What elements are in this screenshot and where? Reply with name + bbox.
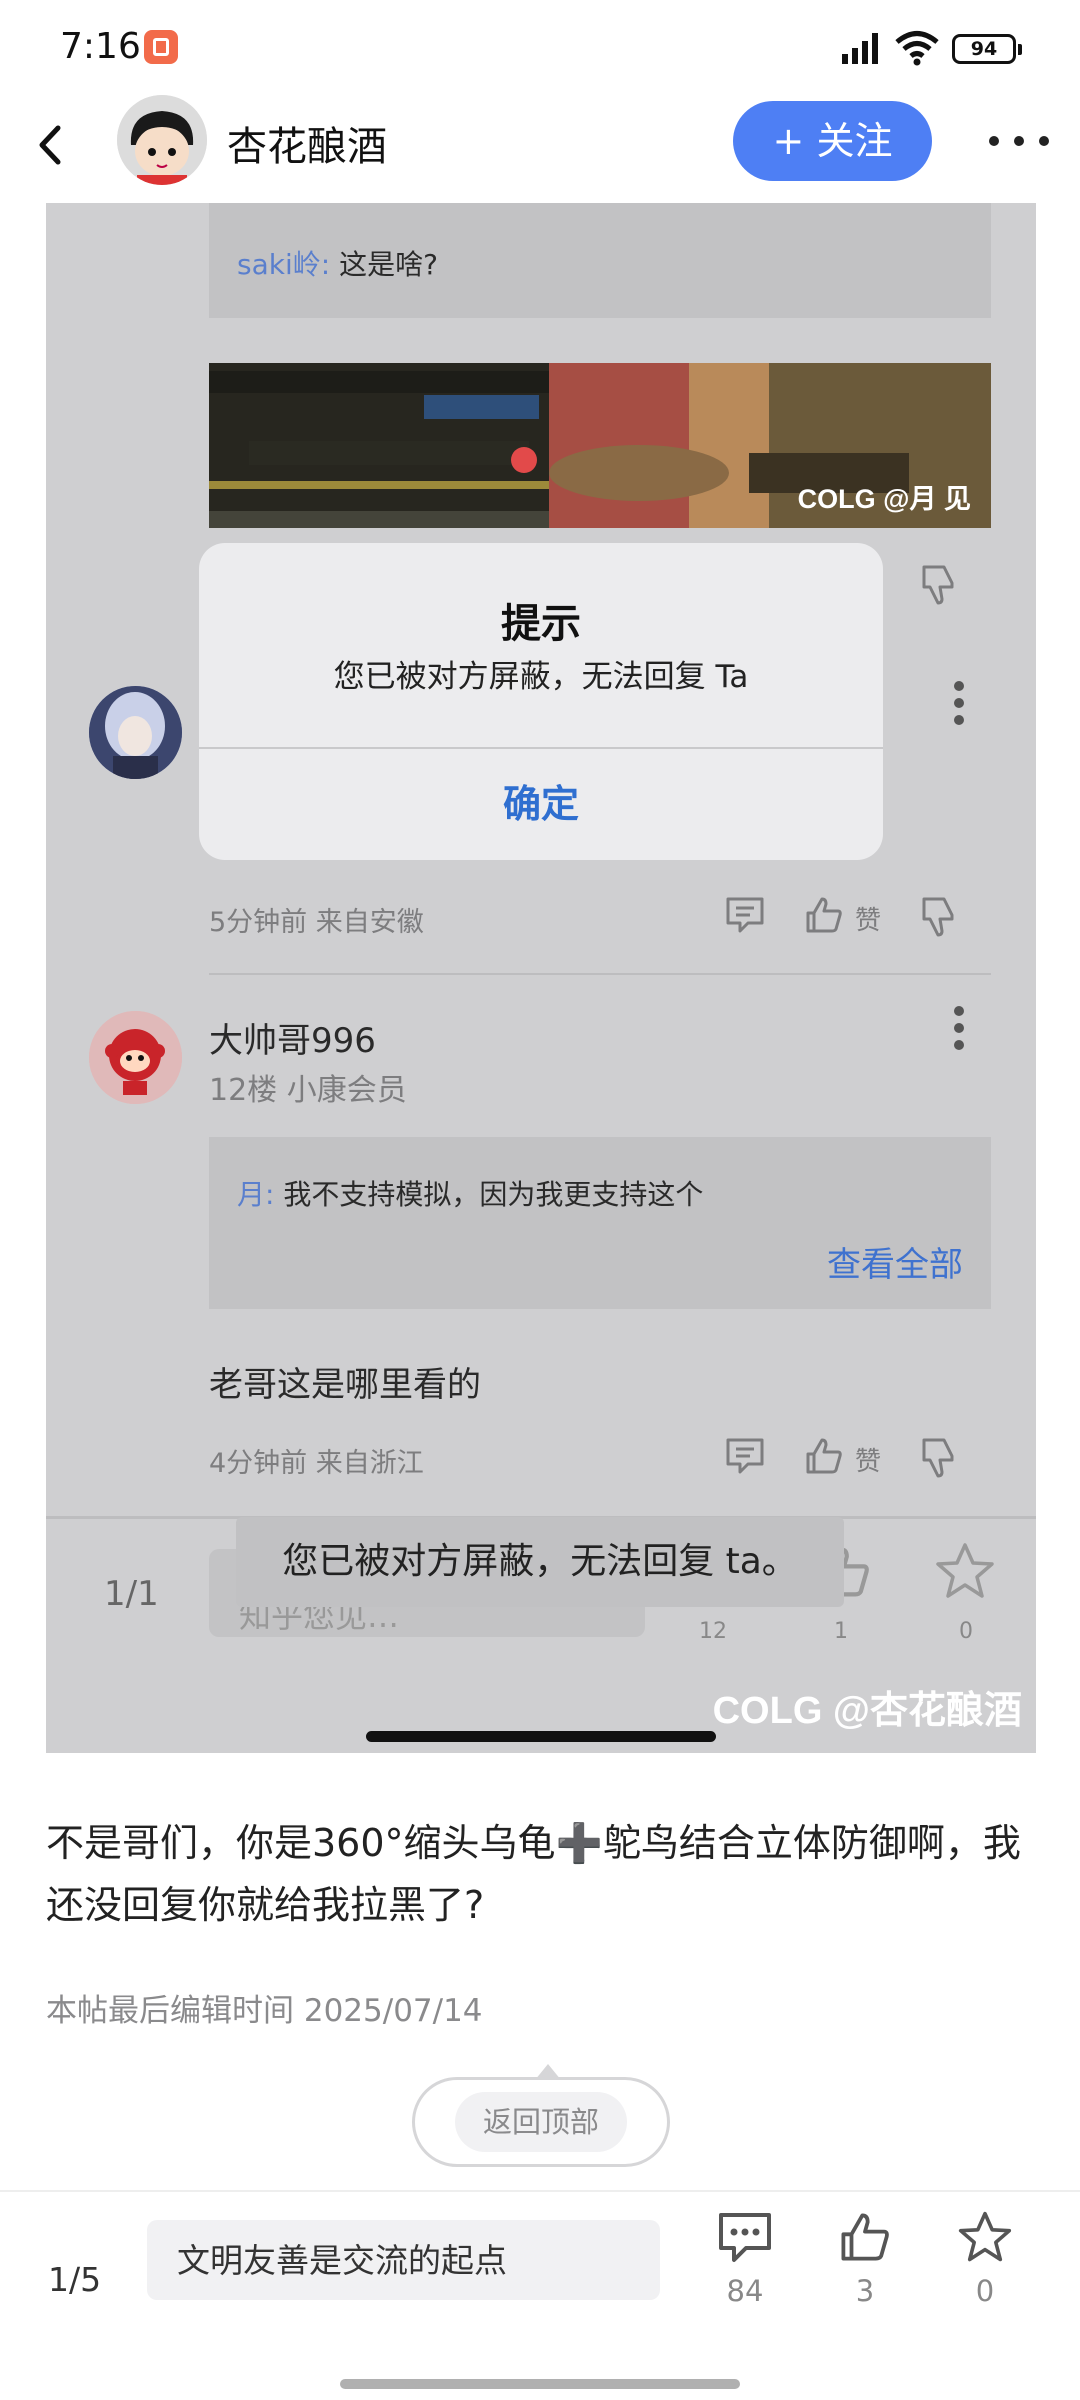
anime-girl-avatar-icon (89, 686, 182, 779)
dialog-confirm-button[interactable]: 确定 (199, 749, 883, 859)
post-image[interactable]: saki岭: 这是啥? COLG @月 见 5分钟前 来自安徽 赞 大帅哥996… (46, 203, 1036, 1753)
reply-input[interactable] (147, 2220, 660, 2300)
dislike-icon[interactable] (916, 1436, 962, 1478)
bottom-action-bar: 1/5 84 3 0 (0, 2190, 1080, 2400)
quote-box: 月: 我不支持模拟，因为我更支持这个 查看全部 (209, 1137, 991, 1309)
inner-like-count: 1 (834, 1619, 848, 1644)
blocked-toast: 您已被对方屏蔽，无法回复 ta。 (236, 1517, 844, 1607)
comment-icon (719, 2213, 771, 2262)
home-indicator (340, 2379, 740, 2389)
post-body-text: 不是哥们，你是360°缩头乌龟➕鸵鸟结合立体防御啊，我还没回复你就给我拉黑了? (46, 1821, 1021, 1927)
dialog-message: 您已被对方屏蔽，无法回复 Ta (333, 659, 749, 695)
red-mascot-avatar-icon (89, 1011, 182, 1104)
app-notification-icon (144, 30, 178, 64)
star-count: 0 (975, 2274, 995, 2308)
reply-icon[interactable] (724, 895, 766, 935)
page-indicator[interactable]: 1/5 (48, 2260, 101, 2299)
favorite-action[interactable]: 0 (940, 2210, 1030, 2308)
back-to-top-label: 返回顶部 (455, 2092, 627, 2152)
commenter-name[interactable]: 大帅哥996 (209, 1013, 376, 1062)
status-bar: 7:16 94 (0, 0, 1080, 90)
embedded-game-image: COLG @月 见 (209, 363, 991, 528)
star-icon (958, 2211, 1012, 2262)
commenter-avatar[interactable] (89, 1011, 182, 1104)
more-options-icon[interactable] (951, 678, 967, 728)
dialog-title: 提示 (501, 601, 581, 647)
view-all-link[interactable]: 查看全部 (827, 1237, 963, 1286)
follow-button[interactable]: + 关注 (733, 101, 932, 181)
like-icon[interactable] (804, 895, 844, 935)
like-icon (841, 2213, 889, 2261)
status-time: 7:16 (60, 26, 141, 67)
comment-meta: 4分钟前 来自浙江 (209, 1448, 424, 1479)
quote-box: saki岭: 这是啥? (209, 203, 991, 318)
comment-meta: 5分钟前 来自安徽 (209, 907, 424, 938)
floor-info: 12楼 小康会员 (209, 1073, 407, 1108)
back-arrow-icon[interactable] (28, 114, 74, 176)
back-to-top-arrow-icon (535, 2064, 561, 2080)
inner-page-indicator: 1/1 (104, 1574, 159, 1614)
like-label: 赞 (855, 906, 882, 936)
quote-author: 月: (237, 1178, 275, 1211)
like-label: 赞 (855, 1447, 882, 1477)
reply-icon[interactable] (724, 1436, 766, 1476)
inner-star-count: 0 (959, 1619, 973, 1644)
quote-text: saki岭: 这是啥? (237, 243, 438, 283)
back-to-top-button[interactable]: 返回顶部 (412, 2064, 670, 2167)
author-name[interactable]: 杏花酿酒 (227, 114, 387, 172)
more-options-icon[interactable] (984, 118, 1054, 164)
more-options-icon[interactable] (951, 1003, 967, 1053)
quote-text: 月: 我不支持模拟，因为我更支持这个 (237, 1173, 703, 1213)
comment-count: 84 (726, 2274, 764, 2308)
quote-content: 我不支持模拟，因为我更支持这个 (283, 1178, 704, 1211)
battery-icon: 94 (952, 34, 1022, 64)
comment-action[interactable]: 84 (700, 2210, 790, 2308)
like-icon[interactable] (804, 1436, 844, 1476)
quote-author: saki岭: (237, 248, 331, 281)
like-count: 3 (855, 2274, 875, 2308)
cartoon-face-icon (117, 95, 207, 185)
dislike-icon[interactable] (916, 563, 962, 605)
inner-home-indicator (366, 1731, 716, 1742)
image-watermark: COLG @杏花酿酒 (712, 1690, 1022, 1732)
blocked-dialog: 提示 您已被对方屏蔽，无法回复 Ta 确定 (199, 543, 883, 860)
author-avatar[interactable] (117, 95, 207, 185)
quote-content: 这是啥? (339, 248, 438, 281)
signal-icon (842, 33, 878, 64)
embedded-image-watermark: COLG @月 见 (797, 484, 971, 514)
wifi-icon (895, 31, 939, 66)
star-icon[interactable] (934, 1541, 996, 1601)
comment-divider (209, 973, 991, 975)
comment-body: 老哥这是哪里看的 (209, 1365, 481, 1405)
like-action[interactable]: 3 (820, 2210, 910, 2308)
post-header: 杏花酿酒 + 关注 (0, 90, 1080, 200)
inner-comment-count: 12 (699, 1619, 727, 1644)
dislike-icon[interactable] (916, 895, 962, 937)
post-edit-time: 本帖最后编辑时间 2025/07/14 (46, 1993, 483, 2029)
commenter-avatar[interactable] (89, 686, 182, 779)
